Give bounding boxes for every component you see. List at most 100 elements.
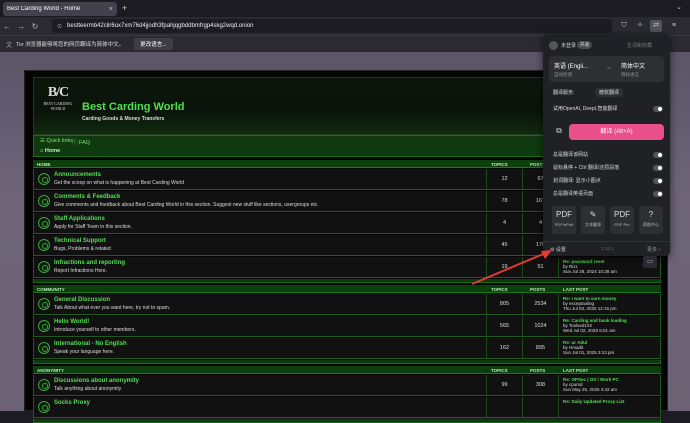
posts-count [522, 397, 558, 417]
category-footer [33, 360, 661, 364]
menu-icon[interactable]: ≡ [668, 20, 680, 32]
service-label: 翻译服务: [553, 90, 575, 96]
tool-text-translate[interactable]: ✎ 文本翻译 [581, 206, 605, 234]
option-hover-label: 鼠标悬停 + Ctrl 翻译/还原段落 [553, 165, 620, 171]
chat-icon[interactable]: ▭ [643, 256, 657, 268]
tab-list-button[interactable]: ⌄ [676, 3, 682, 11]
swap-arrow-icon[interactable]: → [605, 64, 612, 71]
nav-bar: ← → ↻ ⊙ bestteermb42clir6ux7xm76d4jjodh3… [0, 17, 690, 35]
translate-info-icon: 文 [6, 42, 13, 49]
last-post: Re: ur Adul by Hmadit Sun Jul 01, 2025 3:1… [558, 338, 662, 358]
site-logo[interactable]: B/C BEST CARDING WORLD [40, 85, 76, 129]
url-bar[interactable]: ⊙ bestteermb42clir6ux7xm76d4jjodh3fpahjq… [52, 19, 612, 33]
forum-title-link[interactable]: Technical Support [54, 238, 106, 244]
settings-button[interactable]: ⚙ 设置 [550, 246, 566, 253]
option-always-site-toggle[interactable] [653, 152, 663, 158]
posts-count: 51 [522, 257, 558, 277]
pdf-pro-icon: PDF [614, 210, 630, 219]
forum-title-link[interactable]: International - No English [54, 341, 127, 347]
translate-popup: 未登录 开通 生词和收藏 英语 (Engli... 自动检测 → 简体中文 目标… [543, 34, 670, 256]
forum-description: Introduce yourself to other members. [54, 327, 136, 333]
onion-lock-icon: ⊙ [57, 23, 63, 30]
vocab-link[interactable]: 生词和收藏 [627, 42, 652, 49]
option-selection-label: 划词翻译: 显示小图点 [553, 178, 601, 184]
source-language-select[interactable]: 英语 (Engli... 自动检测 [554, 61, 588, 78]
last-post-date: Wed Jul 02, 2025 6:01 am [563, 328, 616, 333]
tool-pdf-pro[interactable]: PDF PDF Pro [610, 206, 634, 234]
openai-label: 试用OpenAI, DeepL智能翻译 [553, 106, 618, 112]
pdf-icon: PDF [556, 210, 572, 219]
forum-title-link[interactable]: Discussions about anonymity [54, 378, 139, 384]
breadcrumb-home-label: Home [44, 148, 61, 154]
site-subtitle: Carding Goods & Money Transfers [82, 116, 165, 122]
login-status[interactable]: 未登录 [561, 42, 576, 49]
posts-count: 895 [522, 338, 558, 358]
topics-count: 19 [486, 257, 522, 277]
translate-button[interactable]: 翻译 (Alt+A) [569, 124, 664, 140]
forum-title-link[interactable]: Socks Proxy [54, 400, 90, 406]
category-name[interactable]: ANONYMITY [37, 368, 64, 373]
browser-tab[interactable]: Best Carding World - Home × [3, 2, 117, 16]
forum-status-icon [38, 173, 50, 185]
forum-status-icon [38, 261, 50, 273]
topics-count: 4 [486, 213, 522, 233]
change-language-button[interactable]: 更改语言... [134, 38, 173, 50]
tool-pdf-epub[interactable]: PDF PDF/ePub [552, 206, 576, 234]
target-language-sub: 目标语言 [621, 72, 639, 77]
reload-button[interactable]: ↻ [28, 22, 42, 31]
option-always-english-toggle[interactable] [653, 191, 663, 197]
forum-status-icon [38, 239, 50, 251]
forum-title-link[interactable]: Hello World! [54, 319, 89, 325]
forum-status-icon [38, 401, 50, 413]
pen-icon: ✎ [589, 210, 597, 219]
quick-links-link[interactable]: ☰ Quick links [40, 138, 73, 144]
option-hover-toggle[interactable] [653, 165, 663, 171]
column-header: POSTS [530, 367, 546, 373]
category-name[interactable]: HOME [37, 162, 51, 167]
vip-badge[interactable]: 开通 [577, 41, 592, 49]
category-name[interactable]: COMMUNITY [37, 287, 65, 292]
option-always-english-label: 总是翻译英语页面 [553, 191, 594, 197]
tab-close-icon[interactable]: × [109, 6, 113, 13]
forum-row: Socks Proxy Re: Daily Updated Proxy List [33, 397, 661, 418]
site-title[interactable]: Best Carding World [82, 101, 184, 113]
forum-title-link[interactable]: Staff Applications [54, 216, 105, 222]
topics-count: 78 [486, 191, 522, 211]
last-post-date: Sun Jul 01, 2025 3:13 pm [563, 350, 615, 355]
forum-title-link[interactable]: Infractions and reporting [54, 260, 125, 266]
tool-text-translate-label: 文本翻译 [585, 222, 601, 227]
forum-description: Get the scoop on what is happening at Be… [54, 180, 184, 186]
compare-icon[interactable]: ⧉ [554, 126, 564, 138]
openai-toggle[interactable] [653, 106, 663, 112]
last-post-title-link[interactable]: Re: Daily Updated Proxy List [563, 399, 662, 404]
tool-pdf-pro-label: PDF Pro [614, 222, 630, 227]
shield-icon[interactable]: ⛉ [618, 20, 630, 32]
tab-bar: Best Carding World - Home × + ⌄ [0, 0, 690, 17]
faq-link[interactable]: ⓘ FAQ [72, 138, 90, 146]
broom-icon[interactable]: ✧ [634, 20, 646, 32]
more-button[interactable]: 更多 › [647, 246, 660, 253]
column-header: POSTS [530, 286, 546, 292]
forward-button[interactable]: → [14, 22, 28, 31]
tool-help-center[interactable]: ? 帮助中心 [639, 206, 663, 234]
logo-name: BEST CARDING WORLD [43, 101, 73, 111]
translate-row: ⧉ 翻译 (Alt+A) [549, 124, 664, 140]
translate-icon[interactable]: ⇄ [650, 20, 662, 32]
breadcrumb-home[interactable]: ⌂ Home [40, 148, 60, 154]
url-text: bestteermb42clir6ux7xm76d4jjodh3fpahjqgb… [67, 23, 254, 29]
forum-status-icon [38, 298, 50, 310]
option-always-site: 总是翻译该网站 [553, 151, 663, 160]
forum-title-link[interactable]: General Discussion [54, 297, 110, 303]
column-header: TOPICS [491, 286, 508, 292]
back-button[interactable]: ← [0, 22, 14, 31]
option-selection-toggle[interactable] [653, 178, 663, 184]
new-tab-button[interactable]: + [122, 3, 127, 13]
avatar[interactable] [549, 41, 558, 50]
notification-text: Tor 浏览器能够将您的网页翻译为简体中文。 [16, 42, 125, 48]
service-select[interactable]: 微软翻译 [595, 88, 624, 97]
forum-title-link[interactable]: Comments & Feedback [54, 194, 120, 200]
forum-title-link[interactable]: Announcements [54, 172, 101, 178]
target-language-select[interactable]: 简体中文 目标语言 [621, 61, 645, 78]
option-always-site-label: 总是翻译该网站 [553, 152, 589, 158]
category-footer [33, 279, 661, 283]
